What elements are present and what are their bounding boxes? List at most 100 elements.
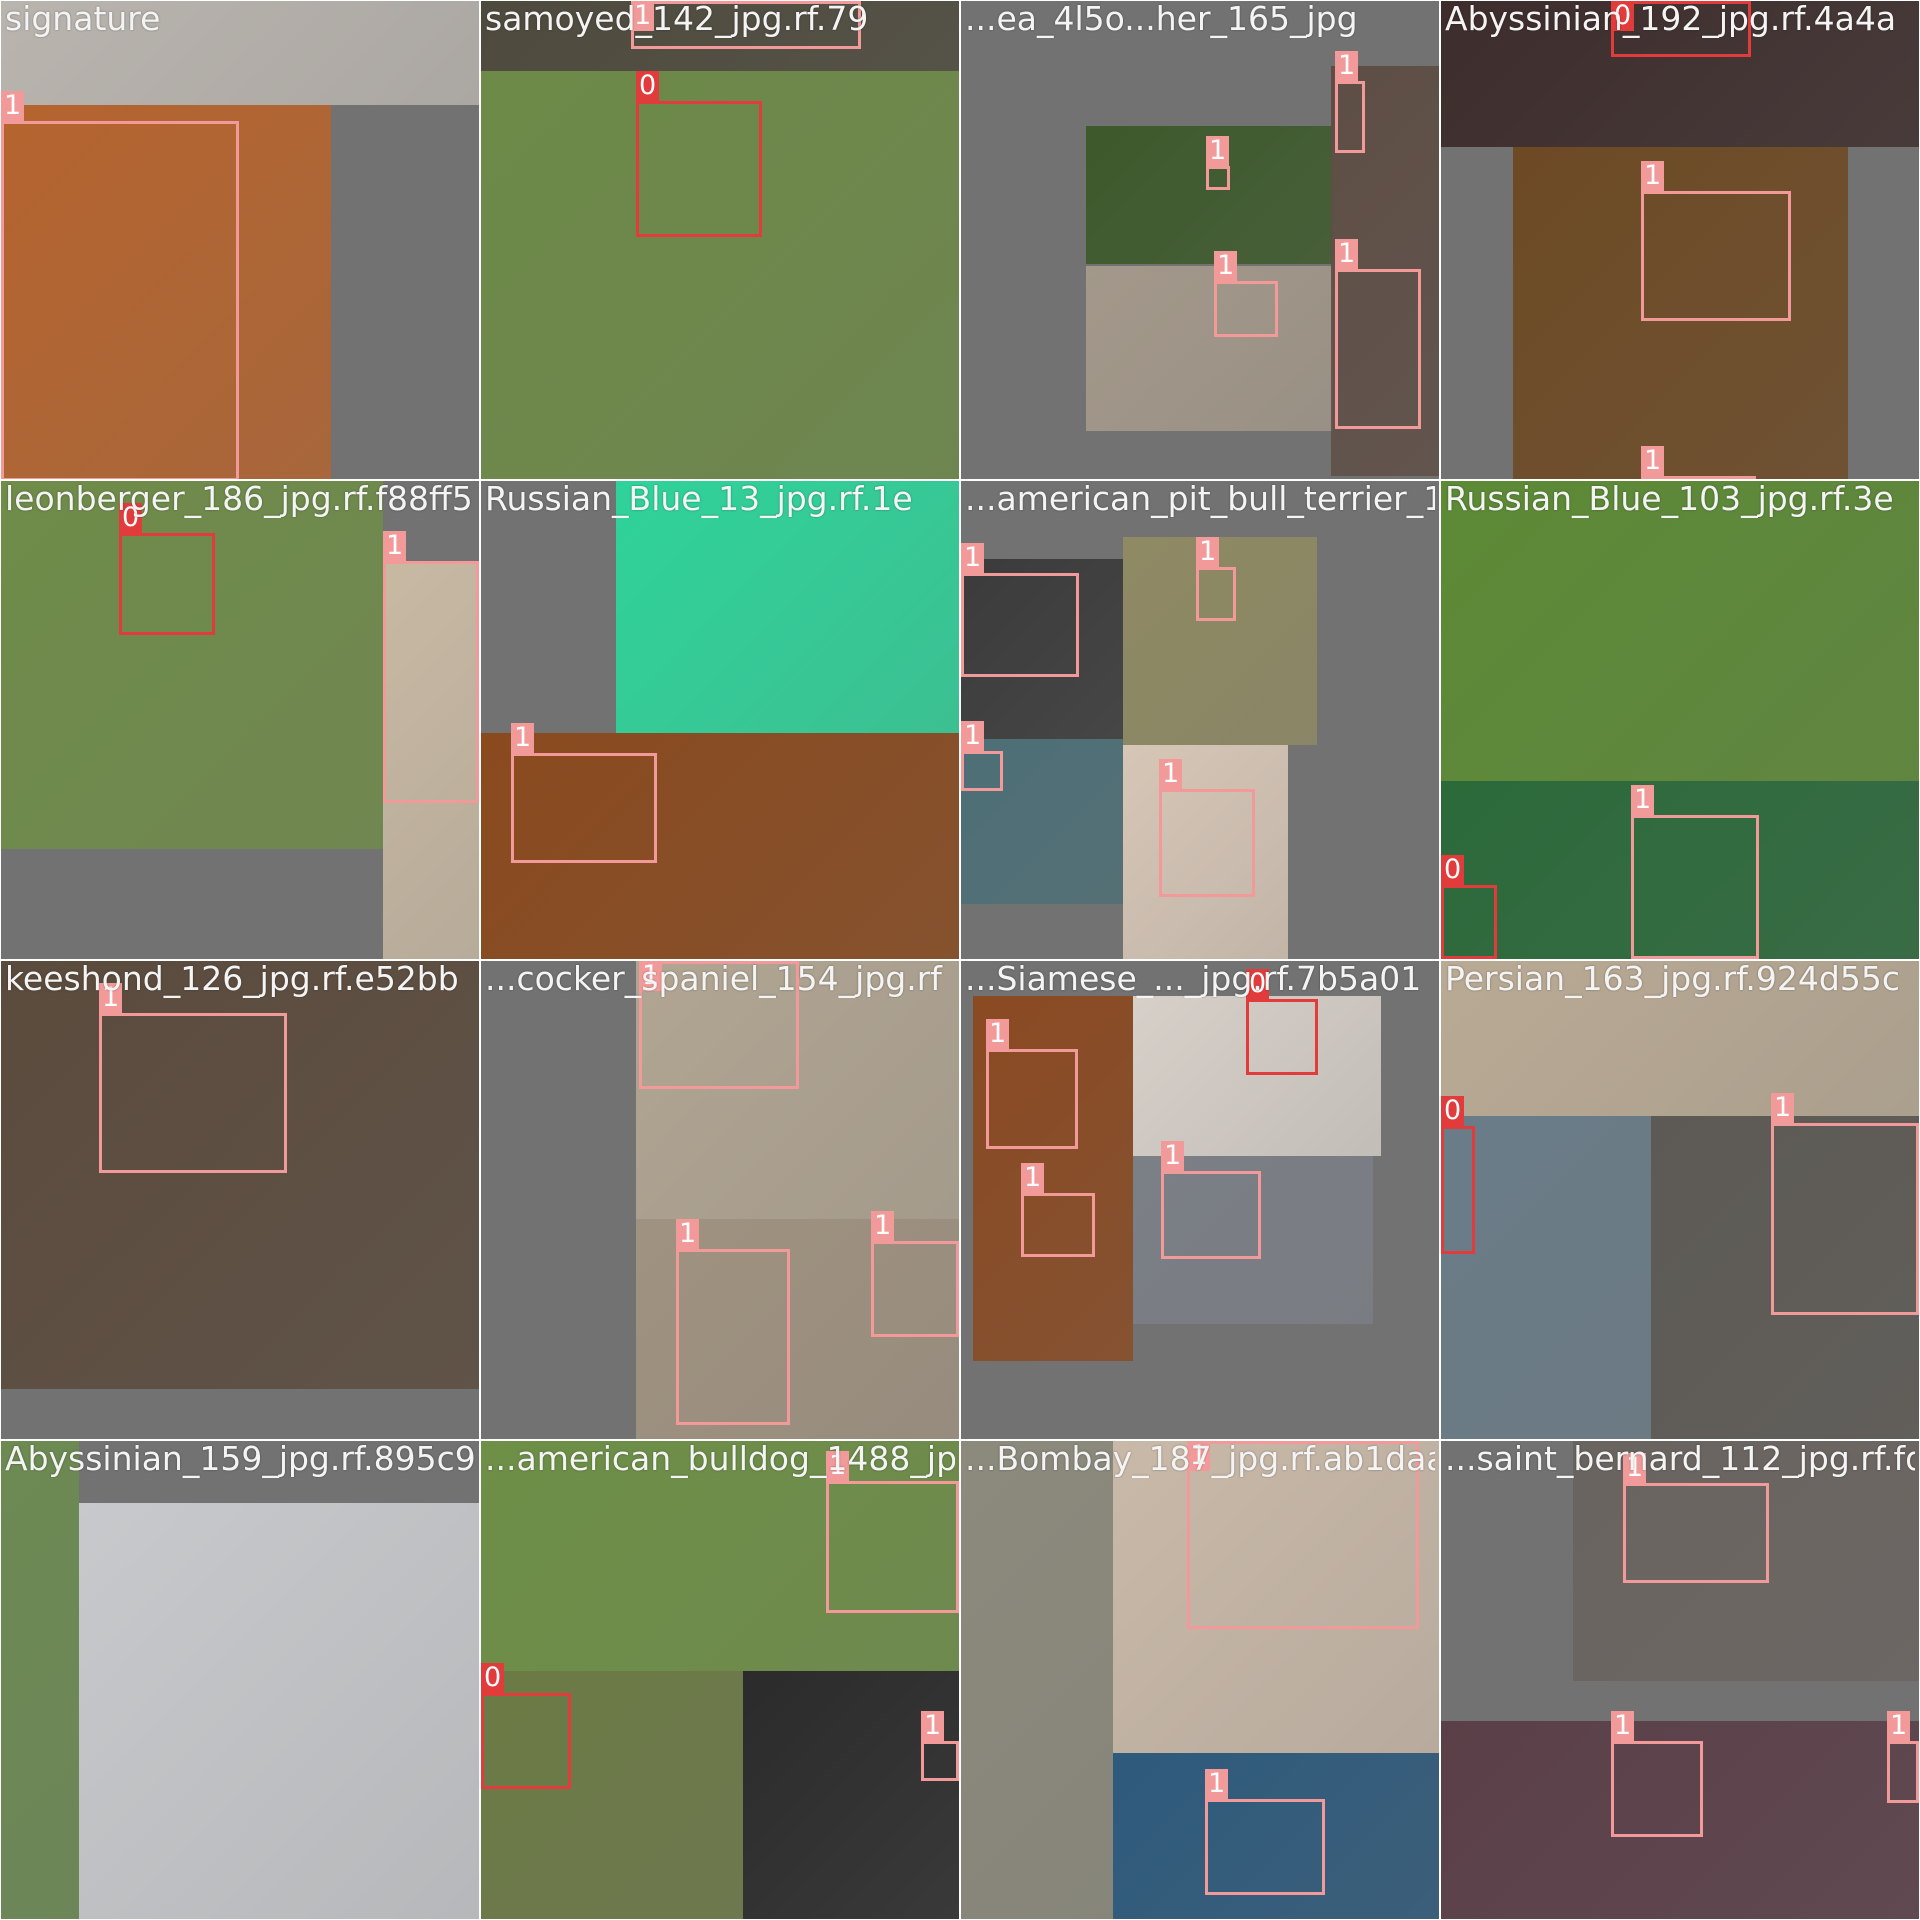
image-filename: Abyssinian_159_jpg.rf.895c9 [5, 1441, 475, 1478]
mosaic-tile: 0 1 1 Abyssinian_192_jpg.rf.4a4a [1441, 1, 1919, 479]
bounding-box [826, 1481, 959, 1613]
mosaic-tile: 0 1 leonberger_186_jpg.rf.f88ff5 [1, 481, 479, 959]
mosaic-tile: 1 keeshond_126_jpg.rf.e52bb [1, 961, 479, 1439]
mosaic-photo [1, 1441, 79, 1919]
class-label: 1 [1641, 446, 1665, 476]
class-label: 0 [1441, 855, 1465, 885]
image-filename: Persian_163_jpg.rf.924d55c [1445, 961, 1900, 998]
image-filename: Russian_Blue_13_jpg.rf.1e [485, 481, 913, 518]
class-label: 1 [871, 1211, 895, 1241]
mosaic-tile: 0 1 1 1 ...Siamese_..._jpg.rf.7b5a01 [961, 961, 1439, 1439]
class-label: 1 [1335, 239, 1359, 269]
bounding-box [986, 1049, 1078, 1149]
bounding-box [481, 1693, 571, 1789]
image-filename: ...american_pit_bull_terrier_143_jpg [965, 481, 1435, 518]
class-label: 1 [961, 543, 985, 573]
bounding-box [99, 1013, 287, 1173]
class-label: 1 [961, 721, 985, 751]
image-filename: keeshond_126_jpg.rf.e52bb [5, 961, 459, 998]
mosaic-photo [79, 1503, 479, 1919]
mosaic-tile: 1 Russian_Blue_13_jpg.rf.1e [481, 481, 959, 959]
bounding-box [119, 533, 215, 635]
mosaic-photo [743, 1671, 959, 1919]
mosaic-photo [1086, 266, 1333, 431]
mosaic-tile: 1 1 ...Bombay_187_jpg.rf.ab1daa7 [961, 1441, 1439, 1919]
bounding-box [961, 573, 1079, 677]
bounding-box [1641, 191, 1791, 321]
image-filename: Abyssinian_192_jpg.rf.4a4a [1445, 1, 1897, 38]
bounding-box [676, 1249, 790, 1425]
class-label: 1 [1887, 1711, 1911, 1741]
bounding-box [1631, 815, 1759, 959]
mosaic-tile: 0 1 Russian_Blue_103_jpg.rf.3e [1441, 481, 1919, 959]
image-filename: leonberger_186_jpg.rf.f88ff5 [5, 481, 473, 518]
class-label: 1 [1641, 161, 1665, 191]
image-filename: ...saint_bernard_112_jpg.rf.fdb [1445, 1441, 1915, 1478]
bounding-box [1205, 1799, 1325, 1895]
bounding-box [1206, 166, 1230, 190]
bounding-box [636, 101, 762, 237]
bounding-box [1159, 789, 1255, 897]
mosaic-tile: 101...american_bulldog_1488_jpg.rf.30687 [481, 1441, 959, 1919]
class-label: 1 [1205, 1769, 1229, 1799]
class-label: 1 [1611, 1711, 1635, 1741]
mosaic-tile: 1 1 1 ...cocker_spaniel_154_jpg.rf [481, 961, 959, 1439]
class-label: 0 [1441, 1096, 1465, 1126]
class-label: 1 [1196, 537, 1220, 567]
bounding-box [1887, 1741, 1919, 1803]
bounding-box [1771, 1123, 1919, 1315]
class-label: 1 [1206, 136, 1230, 166]
class-label: 1 [1631, 785, 1655, 815]
mosaic-photo [1441, 481, 1919, 781]
bounding-box [1641, 476, 1756, 479]
bounding-box [1335, 81, 1365, 153]
class-label: 1 [511, 723, 535, 753]
bounding-box [383, 561, 479, 803]
mosaic-tile: Abyssinian_159_jpg.rf.895c9 [1, 1441, 479, 1919]
bounding-box [1196, 567, 1236, 621]
class-label: 1 [921, 1711, 945, 1741]
bounding-box [1021, 1193, 1095, 1257]
bounding-box [921, 1741, 959, 1781]
class-label: 1 [1, 91, 25, 121]
image-filename: signature [5, 1, 161, 38]
image-filename: ...ea_4l5o...her_165_jpg [965, 1, 1358, 38]
bounding-box [1161, 1171, 1261, 1259]
mosaic-tile: 1 1 1 ...saint_bernard_112_jpg.rf.fdb [1441, 1441, 1919, 1919]
bounding-box [1, 121, 239, 479]
bounding-box [1441, 1126, 1475, 1254]
bounding-box [961, 751, 1003, 791]
image-filename: Russian_Blue_103_jpg.rf.3e [1445, 481, 1894, 518]
mosaic-tile: 0 1 Persian_163_jpg.rf.924d55c [1441, 961, 1919, 1439]
mosaic-tile: 1 signature [1, 1, 479, 479]
bounding-box [511, 753, 657, 863]
bounding-box [1335, 269, 1421, 429]
bounding-box [1214, 281, 1278, 337]
image-filename: ...Bombay_187_jpg.rf.ab1daa7 [965, 1441, 1435, 1478]
bounding-box [871, 1241, 959, 1337]
image-filename: samoyed_142_jpg.rf.79 [485, 1, 869, 38]
bounding-box [1611, 1741, 1703, 1837]
mosaic-grid: 1 signature 0 1 samoyed_142_jpg.rf.79 1 1 1 1...… [0, 0, 1920, 1920]
class-label: 1 [676, 1219, 700, 1249]
mosaic-tile: 1 1 1 1 ...ea_4l5o...her_165_jpg [961, 1, 1439, 479]
image-filename: ...american_bulldog_1488_jpg.rf.30687 [485, 1441, 955, 1478]
class-label: 1 [1161, 1141, 1185, 1171]
bounding-box [1623, 1483, 1769, 1583]
class-label: 0 [481, 1663, 505, 1693]
class-label: 1 [986, 1019, 1010, 1049]
mosaic-photo [961, 1441, 1113, 1919]
class-label: 1 [1021, 1163, 1045, 1193]
class-label: 1 [1159, 759, 1183, 789]
class-label: 1 [1335, 51, 1359, 81]
mosaic-tile: 1 1 1 1 ...american_pit_bull_terrier_143_jpg [961, 481, 1439, 959]
bounding-box [1246, 999, 1318, 1075]
class-label: 1 [1771, 1093, 1795, 1123]
class-label: 0 [636, 71, 660, 101]
mosaic-tile: 0 1 samoyed_142_jpg.rf.79 [481, 1, 959, 479]
mosaic-photo [616, 481, 959, 733]
image-filename: ...Siamese_..._jpg.rf.7b5a01 [965, 961, 1422, 998]
class-label: 1 [383, 531, 407, 561]
class-label: 1 [1214, 251, 1238, 281]
bounding-box [1441, 885, 1497, 959]
